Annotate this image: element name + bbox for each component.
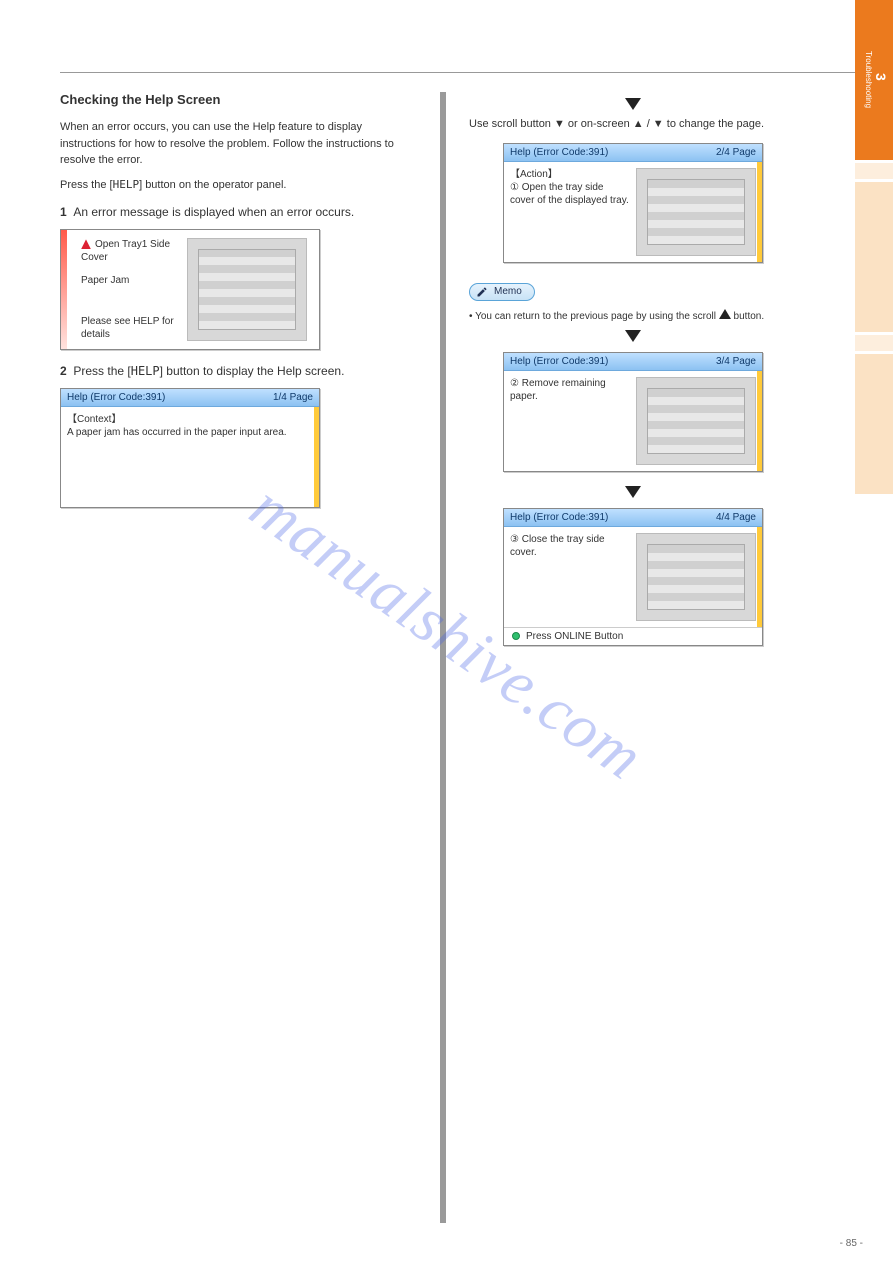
- chapter-tabs: 3 Troubleshooting: [855, 0, 893, 497]
- frag: button.: [731, 311, 764, 322]
- action-text: ③ Close the tray side cover.: [510, 533, 630, 559]
- action-text: ① Open the tray side cover of the displa…: [510, 181, 630, 207]
- arrow-down-icon: [625, 486, 641, 498]
- scroll-indicator-icon: [757, 371, 762, 471]
- chapter-tab-active[interactable]: 3 Troubleshooting: [855, 0, 893, 160]
- frag: Use scroll button: [469, 118, 554, 130]
- printer-illustration: [187, 238, 307, 341]
- step-1-text: An error message is displayed when an er…: [73, 205, 354, 219]
- footer-text: Press ONLINE Button: [526, 631, 623, 642]
- memo-label: Memo: [494, 286, 522, 297]
- step-2-text: Press the [HELP] button to display the H…: [73, 364, 344, 378]
- frag: ] button to display the Help screen.: [160, 364, 345, 378]
- chapter-tab-1[interactable]: [855, 354, 893, 494]
- step-num: 2: [60, 364, 67, 378]
- frag: to change the page.: [664, 118, 764, 130]
- page-number: - 85 -: [840, 1238, 863, 1249]
- help-page-indicator: 1/4 Page: [273, 392, 313, 403]
- printer-illustration: [636, 168, 756, 256]
- help-title: Help (Error Code:391): [510, 147, 608, 158]
- scroll-indicator-icon: [314, 407, 319, 507]
- scroll-indicator-icon: [757, 162, 762, 262]
- context-text: A paper jam has occurred in the paper in…: [67, 426, 313, 439]
- header-rule: [60, 72, 863, 73]
- help-title: Help (Error Code:391): [510, 356, 608, 367]
- intro-text-1: When an error occurs, you can use the He…: [60, 119, 420, 169]
- printer-panel-error: Open Tray1 Side Cover Paper Jam Please s…: [60, 229, 320, 350]
- memo-text: • You can return to the previous page by…: [469, 309, 797, 324]
- context-label: 【Context】: [67, 413, 313, 426]
- pencil-icon: [476, 286, 488, 298]
- panel1-line2: Paper Jam: [81, 274, 181, 287]
- panel1-line3: Please see HELP for details: [81, 315, 181, 341]
- arrow-down-icon: [625, 98, 641, 110]
- printer-illustration: [636, 377, 756, 465]
- help-page-indicator: 3/4 Page: [716, 356, 756, 367]
- help-button-ref: HELP: [131, 364, 160, 378]
- tab-number: 3: [873, 8, 889, 146]
- help-page-indicator: 4/4 Page: [716, 512, 756, 523]
- action-label: 【Action】: [510, 168, 630, 181]
- warning-icon: [81, 239, 91, 249]
- panel1-line1: Open Tray1 Side Cover: [81, 239, 170, 263]
- help-panel-1of4: Help (Error Code:391) 1/4 Page 【Context】…: [60, 388, 320, 508]
- intro-text-frag: ] button on the operator panel.: [139, 179, 286, 191]
- help-page-indicator: 2/4 Page: [716, 147, 756, 158]
- frag: or on-screen: [565, 118, 633, 130]
- help-panel-4of4: Help (Error Code:391) 4/4 Page ③ Close t…: [503, 508, 763, 646]
- tab-spacer: [855, 335, 893, 351]
- frag: Press the [: [73, 364, 130, 378]
- step-number-2: 2 Press the [HELP] button to display the…: [60, 364, 420, 378]
- help-button-ref: HELP: [113, 178, 140, 191]
- arrow-down-icon: [625, 330, 641, 342]
- intro-text-2: Press the [HELP] button on the operator …: [60, 177, 420, 194]
- section-heading: Checking the Help Screen: [60, 92, 420, 107]
- scroll-indicator-icon: [757, 527, 762, 627]
- column-divider: [440, 92, 446, 1223]
- online-led-icon: [512, 632, 520, 640]
- alert-bar-icon: [61, 230, 67, 349]
- scroll-instruction: Use scroll button ▼ or on-screen ▲ / ▼ t…: [469, 116, 797, 133]
- right-column: Use scroll button ▼ or on-screen ▲ / ▼ t…: [463, 92, 803, 1223]
- step-num: 1: [60, 205, 67, 219]
- step-number-1: 1 An error message is displayed when an …: [60, 205, 420, 219]
- tab-spacer: [855, 163, 893, 179]
- arrow-up-icon: [719, 309, 731, 319]
- intro-text-frag: Press the [: [60, 179, 113, 191]
- help-title: Help (Error Code:391): [67, 392, 165, 403]
- tab-label: Troubleshooting: [864, 51, 873, 108]
- printer-illustration: [636, 533, 756, 621]
- left-column: Checking the Help Screen When an error o…: [60, 92, 420, 1223]
- frag: You can return to the previous page by u…: [475, 311, 719, 322]
- action-text: ② Remove remaining paper.: [510, 377, 630, 403]
- chapter-tab-2[interactable]: [855, 182, 893, 332]
- help-title: Help (Error Code:391): [510, 512, 608, 523]
- memo-badge: Memo: [469, 283, 535, 301]
- help-panel-2of4: Help (Error Code:391) 2/4 Page 【Action】 …: [503, 143, 763, 263]
- help-panel-3of4: Help (Error Code:391) 3/4 Page ② Remove …: [503, 352, 763, 472]
